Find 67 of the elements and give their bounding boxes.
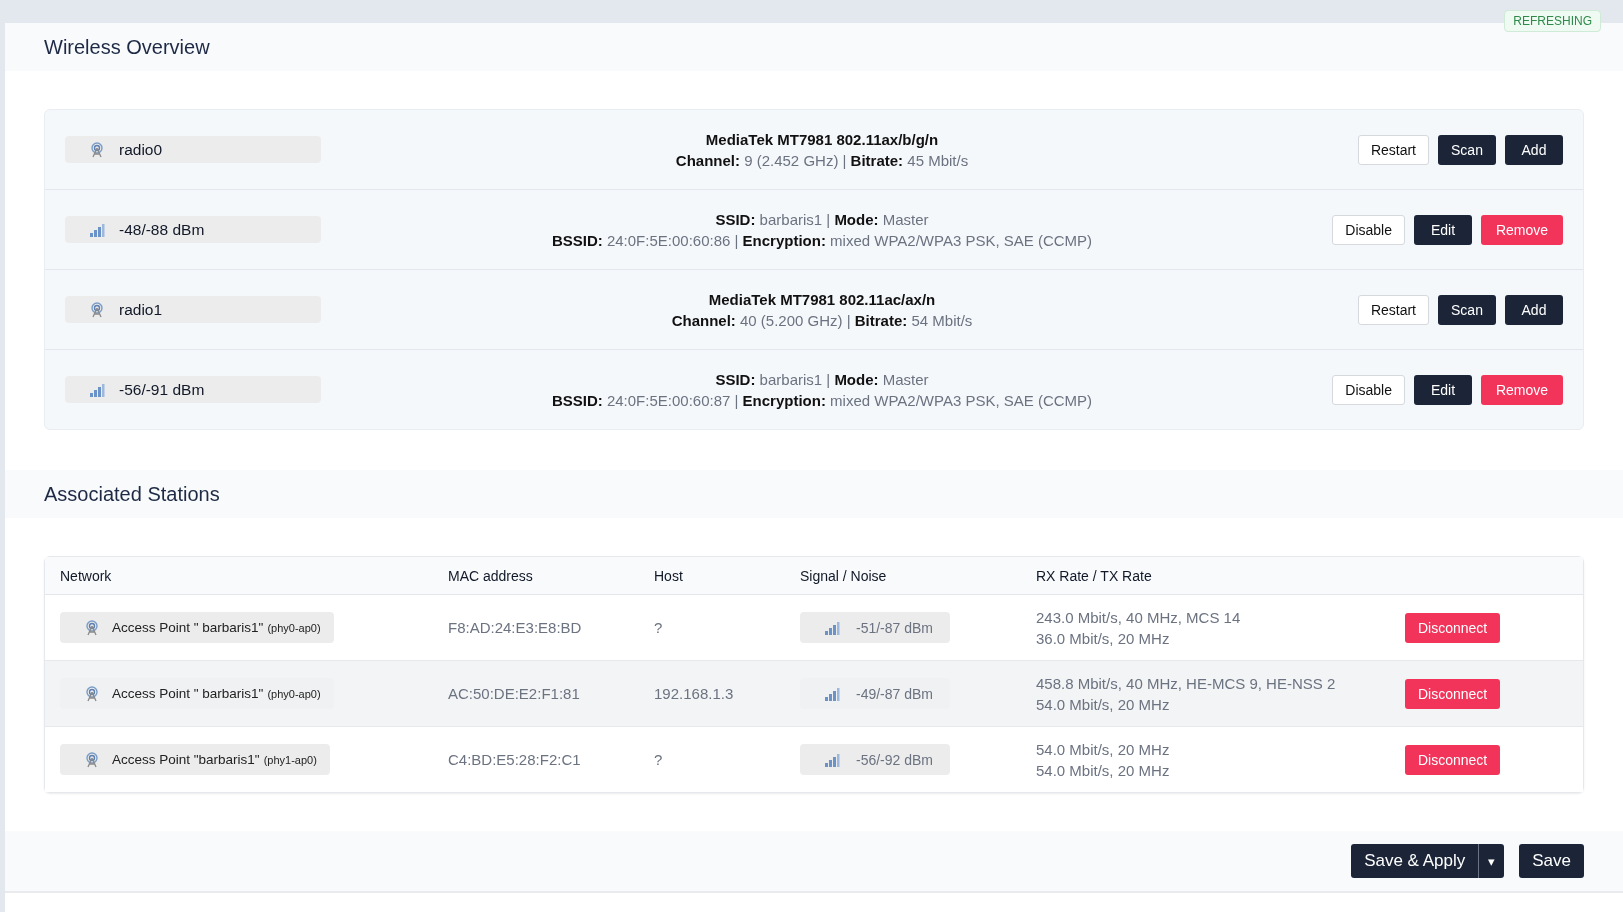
column-header: Signal / Noise (800, 567, 888, 584)
antenna-icon (84, 619, 100, 636)
outline-button[interactable]: Restart (1357, 294, 1429, 325)
dropdown-button[interactable]: ▾ (1478, 844, 1505, 878)
antenna-icon (84, 685, 100, 702)
mac-address: F8:AD:24:E3:E8:BD (448, 619, 583, 636)
info-line: Channel: 40 (5.200 GHz) | Bitrate: 54 Mbit/s (671, 311, 973, 329)
radio-badge: radio1 (65, 296, 321, 323)
action-button[interactable]: Scan (1438, 294, 1496, 325)
info-line: MediaTek MT7981 802.11ac/ax/n (708, 290, 936, 308)
save-apply-button[interactable]: Save & Apply (1351, 844, 1479, 878)
signal-bars-icon (824, 751, 840, 768)
info-line: MediaTek MT7981 802.11ax/b/g/n (705, 130, 939, 148)
rx-rate: 54.0 Mbit/s, 20 MHz (1036, 740, 1171, 758)
remove-button[interactable]: Remove (1481, 214, 1563, 245)
antenna-icon (89, 301, 105, 318)
rx-rate: 243.0 Mbit/s, 40 MHz, MCS 14 (1036, 608, 1242, 626)
column-header: Network (59, 567, 113, 584)
radio-badge: radio0 (65, 136, 321, 163)
refreshing-badge: REFRESHING (1504, 10, 1601, 32)
disconnect-button[interactable]: Disconnect (1405, 612, 1501, 643)
antenna-icon (89, 141, 105, 158)
mac-address: AC:50:DE:E2:F1:81 (448, 685, 581, 702)
action-button[interactable]: Add (1505, 294, 1563, 325)
remove-button[interactable]: Remove (1481, 374, 1563, 405)
antenna-icon (84, 751, 100, 768)
signal-bars-icon (89, 221, 105, 238)
signal-badge: -48/-88 dBm (65, 216, 321, 243)
info-line: BSSID: 24:0F:5E:00:60:87 | Encryption: mixed WPA2/WPA3 PSK, SAE (CCMP) (551, 391, 1093, 409)
info-line: SSID: barbaris1 | Mode: Master (715, 210, 929, 228)
tx-rate: 54.0 Mbit/s, 20 MHz (1036, 761, 1171, 779)
signal-bars-icon (824, 685, 840, 702)
action-button[interactable]: Edit (1414, 214, 1472, 245)
outline-button[interactable]: Disable (1332, 214, 1405, 245)
tx-rate: 54.0 Mbit/s, 20 MHz (1036, 695, 1171, 713)
signal-bars-icon (89, 381, 105, 398)
host: 192.168.1.3 (654, 685, 735, 702)
action-button[interactable]: Edit (1414, 374, 1472, 405)
section-title: Associated Stations (44, 482, 220, 506)
outline-button[interactable]: Restart (1357, 134, 1429, 165)
info-line: BSSID: 24:0F:5E:00:60:86 | Encryption: mixed WPA2/WPA3 PSK, SAE (CCMP) (551, 231, 1093, 249)
station-row[interactable]: Access Point " barbaris1" (phy0-ap0) F8:AD:24:E3:E8:BD ? -51/-87 dBm 243.0 Mbit/s, 40 MHz, MCS 14 36.0 Mbit/s, 20 MHz Disconnect (45, 595, 1583, 661)
signal-bars-icon (824, 619, 840, 636)
section-title: Wireless Overview (44, 35, 210, 59)
station-row[interactable]: Access Point "barbaris1" (phy1-ap0) C4:BD:E5:28:F2:C1 ? -56/-92 dBm 54.0 Mbit/s, 20 MHz 54.0 Mbit/s, 20 MHz Disconnect (45, 727, 1583, 792)
info-line: SSID: barbaris1 | Mode: Master (715, 370, 929, 388)
outline-button[interactable]: Disable (1332, 374, 1405, 405)
signal-badge: -56/-92 dBm (800, 744, 950, 775)
tx-rate: 36.0 Mbit/s, 20 MHz (1036, 629, 1171, 647)
action-button[interactable]: Add (1505, 134, 1563, 165)
action-button[interactable]: Scan (1438, 134, 1496, 165)
host: ? (654, 751, 664, 768)
network-badge: Access Point "barbaris1" (phy1-ap0) (60, 744, 330, 775)
column-header: RX Rate / TX Rate (1036, 567, 1153, 584)
save-button[interactable]: Save (1519, 844, 1584, 878)
signal-badge: -56/-91 dBm (65, 376, 321, 403)
disconnect-button[interactable]: Disconnect (1405, 678, 1501, 709)
network-badge: Access Point " barbaris1" (phy0-ap0) (60, 612, 334, 643)
host: ? (654, 619, 664, 636)
mac-address: C4:BD:E5:28:F2:C1 (448, 751, 582, 768)
rx-rate: 458.8 Mbit/s, 40 MHz, HE-MCS 9, HE-NSS 2 (1036, 674, 1337, 692)
station-row[interactable]: Access Point " barbaris1" (phy0-ap0) AC:50:DE:E2:F1:81 192.168.1.3 -49/-87 dBm 458.8 Mbit/s, 40 MHz, HE-MCS 9, HE-NSS 2 54.0 Mbit/s, 20 MHz Disconnect (45, 661, 1583, 727)
signal-badge: -51/-87 dBm (800, 612, 950, 643)
disconnect-button[interactable]: Disconnect (1405, 744, 1501, 775)
column-header: MAC address (448, 567, 534, 584)
column-header: Host (654, 567, 684, 584)
info-line: Channel: 9 (2.452 GHz) | Bitrate: 45 Mbit/s (675, 151, 969, 169)
